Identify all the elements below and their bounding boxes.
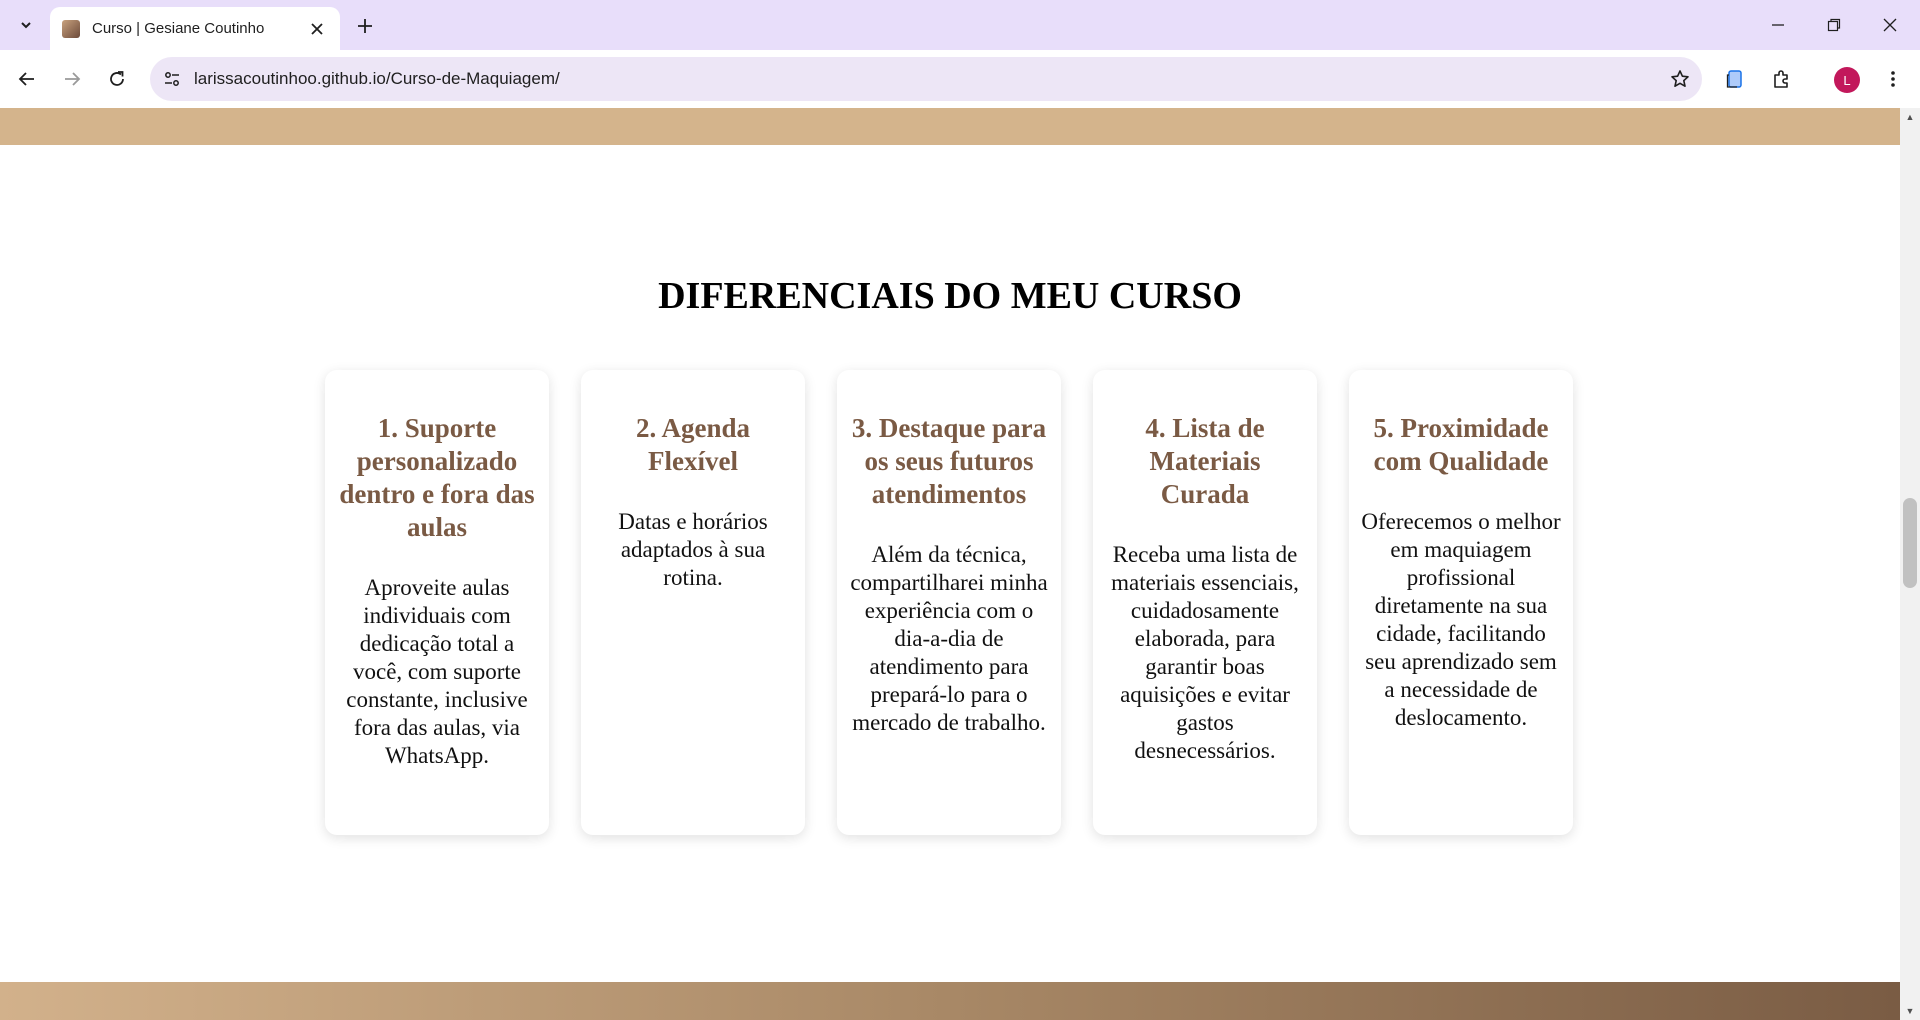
feature-cards: 1. Suporte personalizado dentro e fora d… <box>325 370 1575 840</box>
active-tab[interactable]: Curso | Gesiane Coutinho <box>50 7 340 50</box>
profile-avatar[interactable]: L <box>1834 67 1860 93</box>
feature-card-text: Além da técnica, compartilharei minha ex… <box>850 542 1048 735</box>
feature-card-4: 4. Lista de Materiais Curada Receba uma … <box>1093 370 1317 835</box>
feature-card-text: Datas e horários adaptados à sua rotina. <box>618 509 768 590</box>
restore-icon[interactable] <box>1806 0 1862 50</box>
tab-search-icon[interactable] <box>11 10 41 40</box>
reload-icon[interactable] <box>100 62 134 96</box>
back-icon[interactable] <box>10 62 44 96</box>
scroll-down-icon[interactable]: ▼ <box>1900 1002 1920 1020</box>
feature-card-5: 5. Proximidade com Qualidade Oferecemos … <box>1349 370 1573 835</box>
scroll-up-icon[interactable]: ▲ <box>1900 108 1920 126</box>
feature-card-title: 2. Agenda Flexível <box>635 413 751 476</box>
feature-card-title: 4. Lista de Materiais Curada <box>1145 413 1265 509</box>
feature-card-title: 3. Destaque para os seus futuros atendim… <box>851 413 1047 509</box>
forward-icon[interactable] <box>55 62 89 96</box>
extensions-icon[interactable] <box>1764 62 1798 96</box>
page-scrollbar[interactable]: ▲ ▼ <box>1900 108 1920 1020</box>
feature-card-3: 3. Destaque para os seus futuros atendim… <box>837 370 1061 835</box>
page-viewport: DIFERENCIAIS DO MEU CURSO 1. Suporte per… <box>0 108 1900 1020</box>
section-title: DIFERENCIAIS DO MEU CURSO <box>658 275 1242 317</box>
minimize-icon[interactable] <box>1750 0 1806 50</box>
more-menu-icon[interactable] <box>1876 62 1910 96</box>
address-bar[interactable]: larissacoutinhoo.github.io/Curso-de-Maqu… <box>150 57 1702 101</box>
feature-card-1: 1. Suporte personalizado dentro e fora d… <box>325 370 549 835</box>
tab-bar: Curso | Gesiane Coutinho <box>0 0 1920 50</box>
header-band <box>0 108 1900 145</box>
favicon-icon <box>62 19 80 38</box>
scroll-thumb[interactable] <box>1903 498 1917 588</box>
reading-list-icon[interactable] <box>1718 62 1752 96</box>
close-icon[interactable] <box>306 18 328 40</box>
feature-card-text: Receba uma lista de materiais essenciais… <box>1111 542 1299 763</box>
feature-card-title: 1. Suporte personalizado dentro e fora d… <box>339 413 535 542</box>
tab-title: Curso | Gesiane Coutinho <box>92 20 265 37</box>
window-close-icon[interactable] <box>1862 0 1918 50</box>
star-icon[interactable] <box>1658 57 1702 101</box>
plus-icon[interactable] <box>350 11 380 41</box>
url-text[interactable]: larissacoutinhoo.github.io/Curso-de-Maqu… <box>194 69 1658 89</box>
feature-card-text: Aproveite aulas individuais com dedicaçã… <box>346 575 528 768</box>
feature-card-title: 5. Proximidade com Qualidade <box>1373 413 1549 476</box>
feature-card-2: 2. Agenda Flexível Datas e horários adap… <box>581 370 805 835</box>
browser-toolbar: larissacoutinhoo.github.io/Curso-de-Maqu… <box>0 50 1920 108</box>
site-info-icon[interactable] <box>150 57 194 101</box>
feature-card-text: Oferecemos o melhor em maquiagem profiss… <box>1361 509 1561 730</box>
footer-band <box>0 982 1900 1020</box>
